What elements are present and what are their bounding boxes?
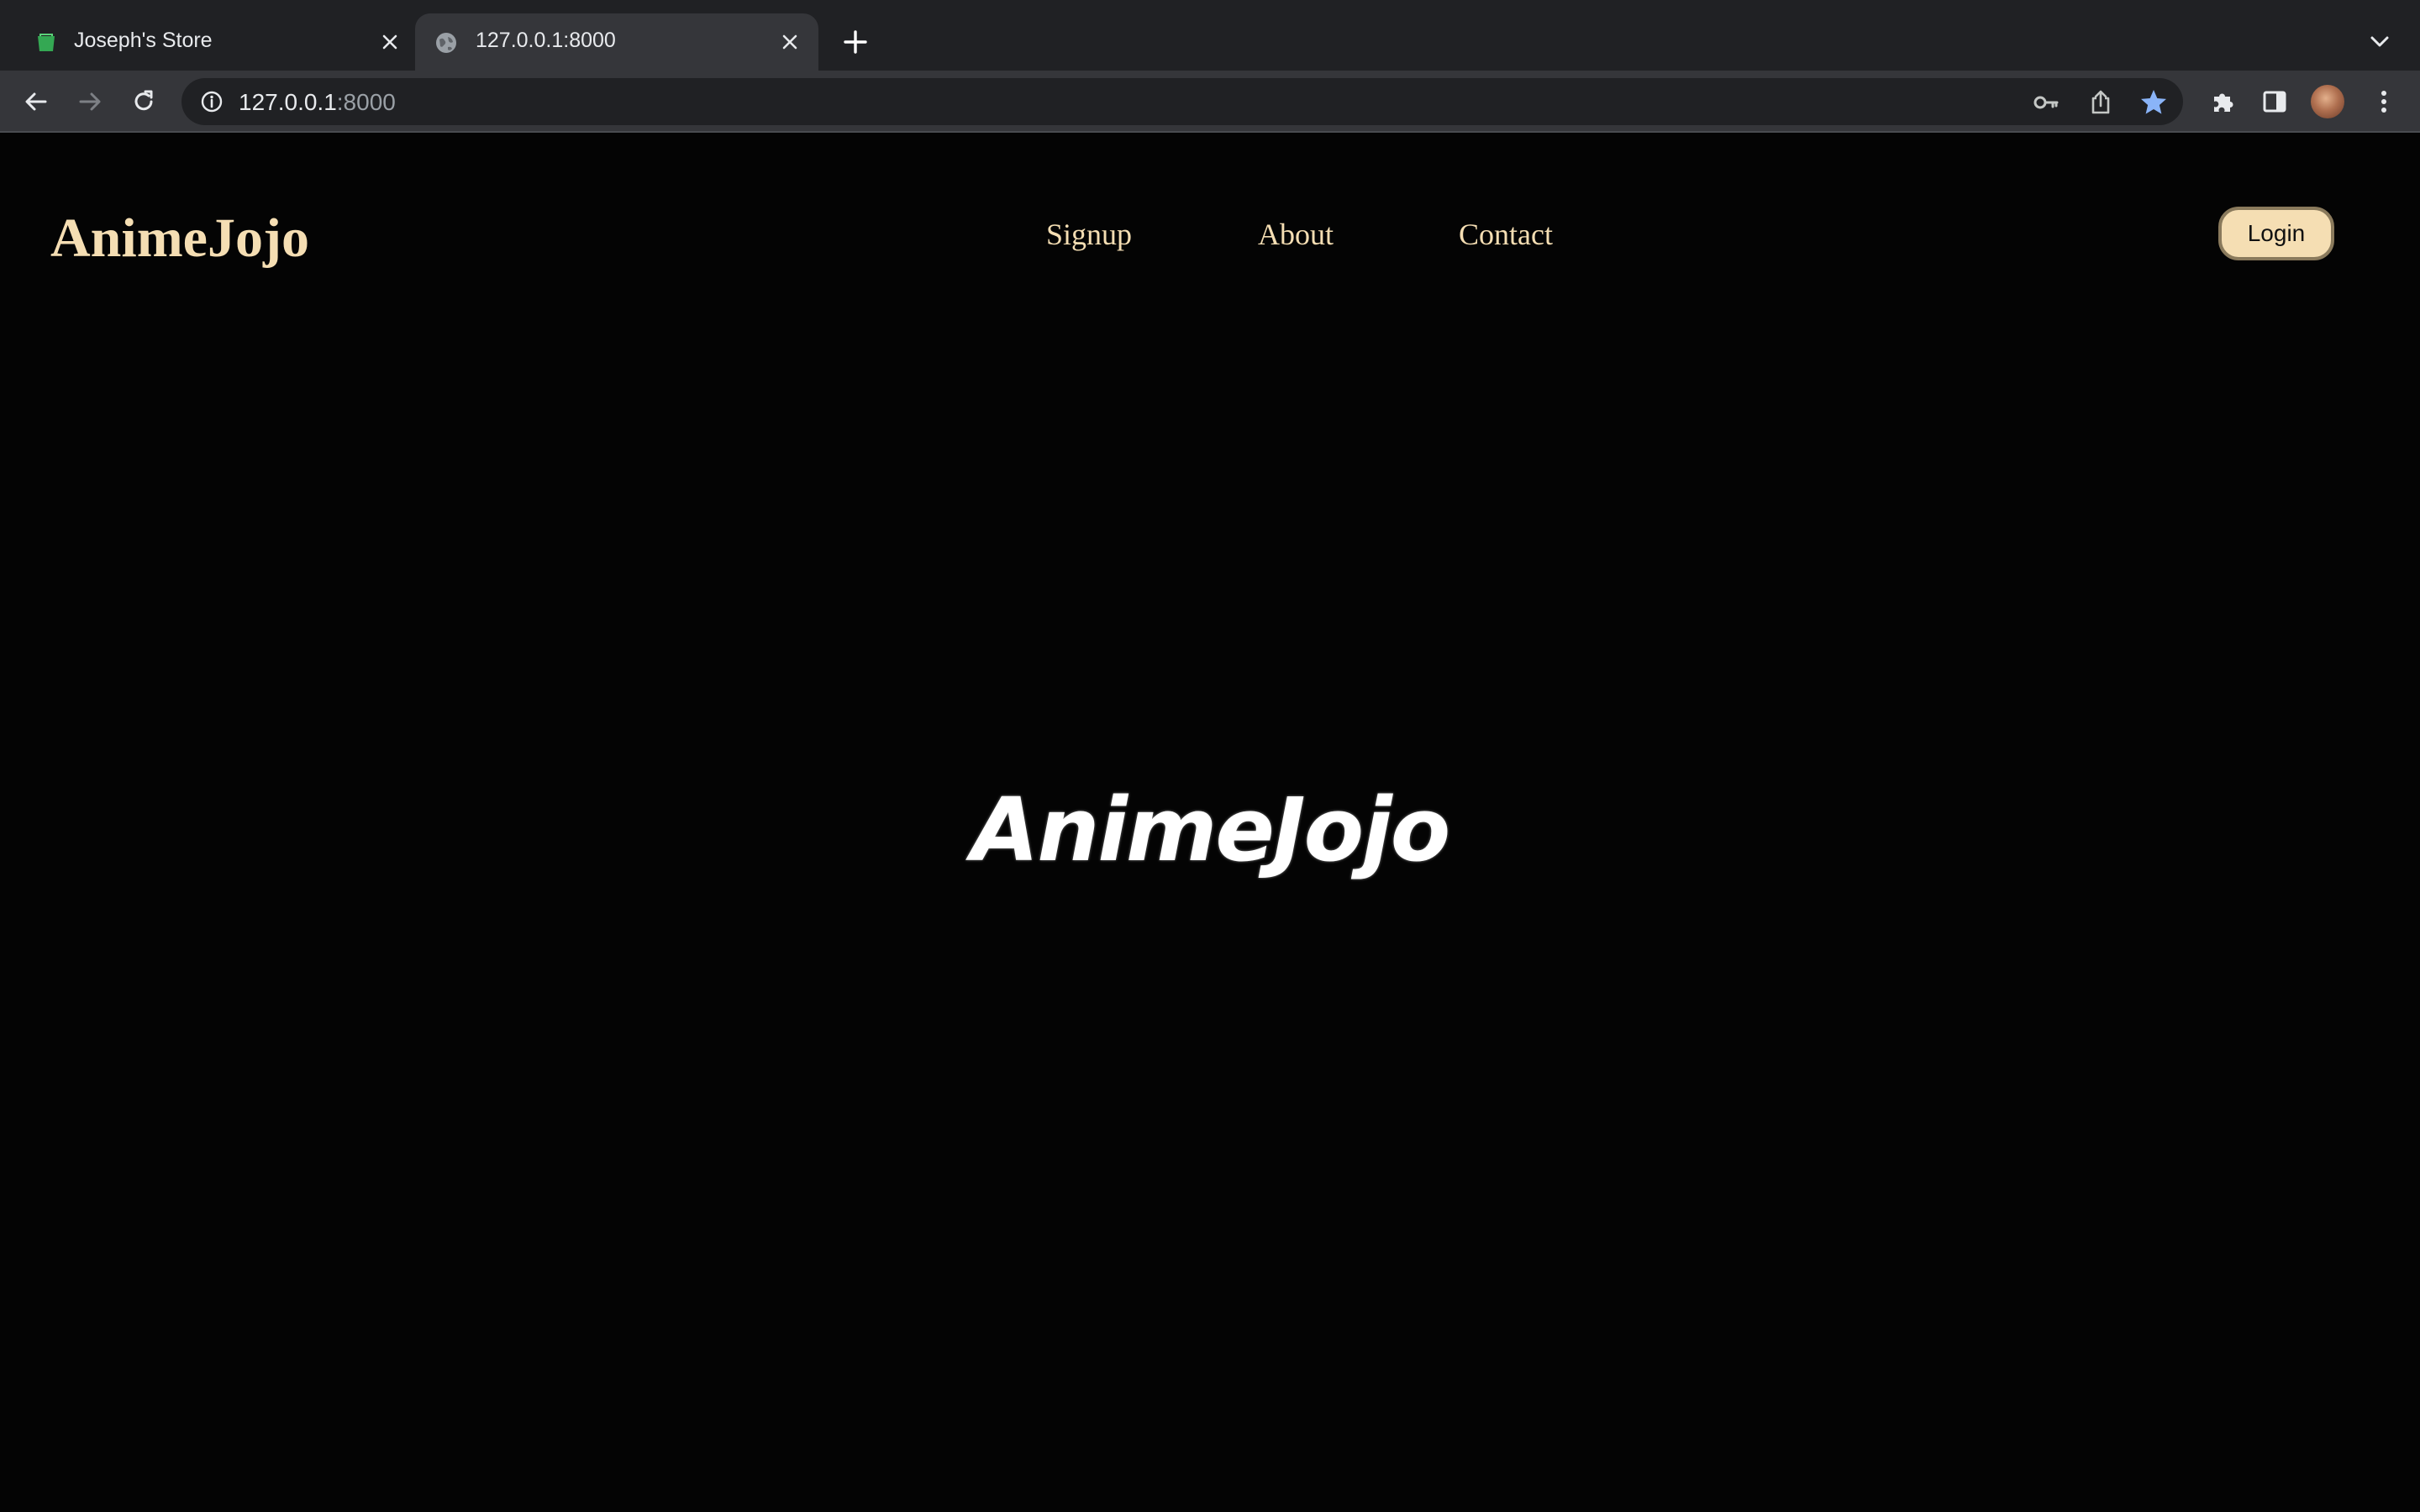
address-bar[interactable]: 127.0.0.1:8000 — [182, 78, 2183, 125]
plus-icon — [844, 30, 867, 54]
page-viewport: AnimeJojo Signup About Contact Login Ani… — [0, 133, 2420, 1512]
browser-tab-strip: Joseph's Store 127.0.0.1:8000 — [0, 0, 2420, 71]
key-icon[interactable] — [2032, 88, 2060, 117]
more-menu-button[interactable] — [2366, 84, 2402, 119]
forward-button[interactable] — [72, 84, 108, 119]
tab-title: 127.0.0.1:8000 — [476, 29, 616, 52]
site-brand-logo[interactable]: AnimeJojo — [50, 207, 309, 270]
hero-logo: AnimeJojo — [971, 779, 1450, 881]
puzzle-icon — [2214, 93, 2233, 112]
url-port: :8000 — [336, 89, 396, 115]
browser-toolbar: 127.0.0.1:8000 — [0, 71, 2420, 133]
nav-contact-link[interactable]: Contact — [1459, 217, 1553, 252]
tab-search-button[interactable] — [2365, 27, 2395, 57]
profile-avatar[interactable] — [2311, 85, 2344, 118]
login-button[interactable]: Login — [2218, 207, 2334, 260]
globe-icon — [435, 32, 457, 54]
close-icon[interactable] — [376, 29, 403, 55]
back-button[interactable] — [18, 84, 54, 119]
extensions-button[interactable] — [2205, 84, 2240, 119]
store-favicon-icon — [35, 32, 57, 54]
nav-about-link[interactable]: About — [1258, 217, 1334, 252]
tab-title: Joseph's Store — [74, 29, 213, 52]
new-tab-button[interactable] — [839, 25, 872, 59]
share-icon[interactable] — [2086, 88, 2115, 117]
tab-localhost[interactable]: 127.0.0.1:8000 — [415, 13, 818, 71]
side-panel-button[interactable] — [2257, 84, 2292, 119]
close-icon[interactable] — [776, 29, 803, 55]
reload-button[interactable] — [126, 84, 161, 119]
chevron-down-icon — [2370, 36, 2389, 47]
bookmark-star-icon[interactable] — [2139, 88, 2168, 117]
arrow-right-icon — [79, 92, 101, 111]
tab-josephs-store[interactable]: Joseph's Store — [0, 13, 415, 71]
kebab-menu-icon — [2381, 91, 2386, 113]
nav-signup-link[interactable]: Signup — [1046, 217, 1132, 252]
info-icon[interactable] — [198, 88, 225, 115]
arrow-left-icon — [25, 92, 47, 111]
reload-icon — [134, 90, 153, 111]
address-url: 127.0.0.1:8000 — [239, 89, 396, 116]
side-panel-icon — [2263, 91, 2286, 113]
url-host: 127.0.0.1 — [239, 89, 337, 115]
